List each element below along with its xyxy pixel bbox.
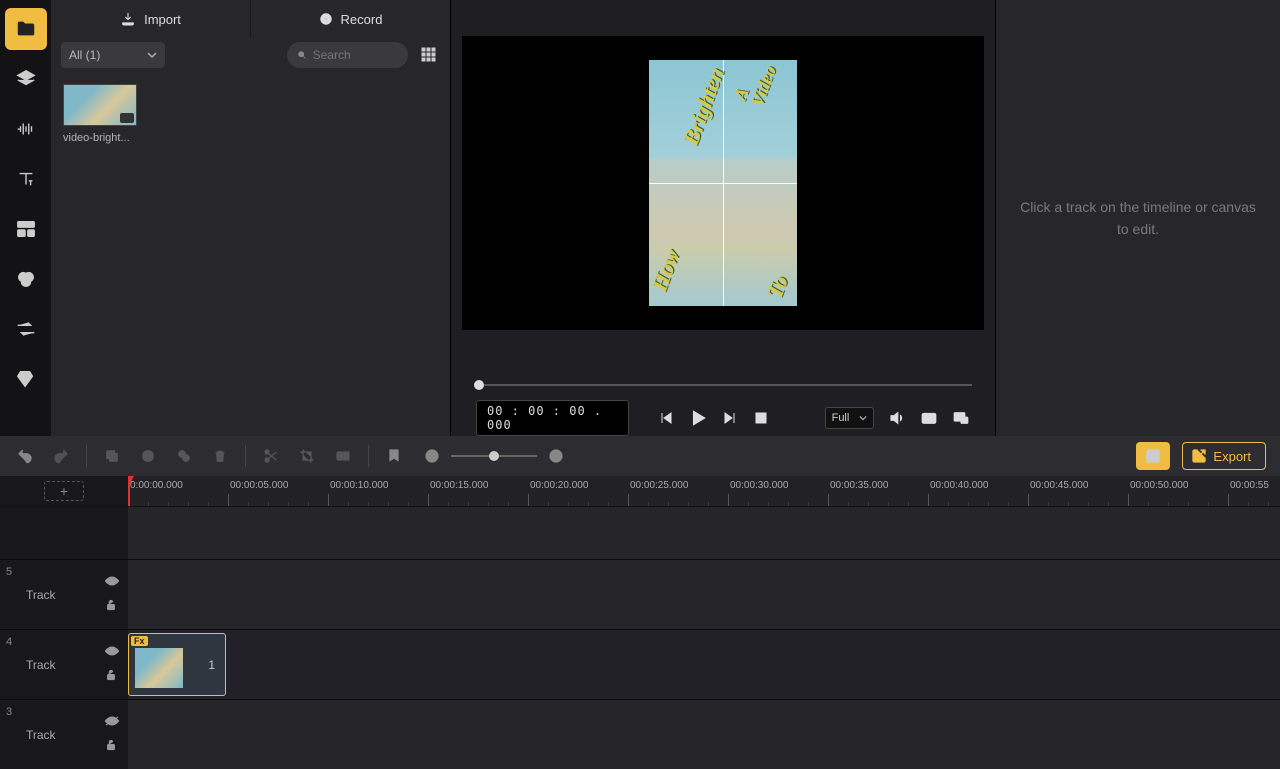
fullscreen-button[interactable] <box>952 408 970 428</box>
filters-tab-icon[interactable] <box>5 258 47 300</box>
media-panel: Import Record All (1) <box>51 0 451 436</box>
ruler-label: 00:00:25.000 <box>630 480 688 491</box>
overlay-text: To <box>764 272 792 301</box>
overlay-text: AVideo <box>731 60 779 109</box>
stop-button[interactable] <box>752 408 770 428</box>
prev-frame-button[interactable] <box>657 408 675 428</box>
lock-toggle[interactable] <box>104 668 120 685</box>
split-button[interactable] <box>260 445 282 467</box>
visibility-toggle[interactable] <box>104 575 120 590</box>
ruler-label: 00:00:20.000 <box>530 480 588 491</box>
track-number: 3 <box>6 706 12 718</box>
track-number: 4 <box>6 636 12 648</box>
zoom-out-button[interactable] <box>421 445 443 467</box>
preview-canvas[interactable]: How To Brighten AVideo <box>462 36 984 330</box>
clip-label: 1 <box>208 658 215 672</box>
delete-button[interactable] <box>209 445 231 467</box>
ruler-label: 00:00:05.000 <box>230 480 288 491</box>
templates-tab-icon[interactable] <box>5 208 47 250</box>
export-label: Export <box>1213 449 1251 464</box>
search-input-wrapper[interactable] <box>287 42 409 68</box>
lock-toggle[interactable] <box>104 598 120 615</box>
ruler-label: 00:00:30.000 <box>730 480 788 491</box>
ruler-label: 0:00:00.000 <box>130 480 183 491</box>
timeline-ruler[interactable]: 0:00:00.000 00:00:05.000 00:00:10.000 00:00… <box>128 476 1280 506</box>
ruler-label: 00:00:35.000 <box>830 480 888 491</box>
ruler-label: 00:00:15.000 <box>430 480 488 491</box>
ruler-label: 00:00:50.000 <box>1130 480 1188 491</box>
elements-tab-icon[interactable] <box>5 358 47 400</box>
track-row[interactable]: 4 Track Fx 1 <box>0 629 1280 699</box>
import-button[interactable]: Import <box>51 0 251 38</box>
transitions-tab-icon[interactable] <box>5 308 47 350</box>
ruler-label: 00:00:45.000 <box>1030 480 1088 491</box>
export-button[interactable]: Export <box>1182 442 1266 470</box>
overlay-text: Brighten <box>680 65 728 148</box>
preview-size-dropdown[interactable]: Full <box>825 407 874 429</box>
media-thumbnail <box>63 84 137 126</box>
layers-tab-icon[interactable] <box>5 58 47 100</box>
track-lane[interactable] <box>128 560 1280 629</box>
duplicate-button[interactable] <box>173 445 195 467</box>
clip[interactable]: Fx 1 <box>128 633 226 696</box>
volume-button[interactable] <box>888 408 906 428</box>
overlay-text: How <box>649 247 684 295</box>
marker-button[interactable] <box>383 445 405 467</box>
playhead[interactable] <box>128 476 130 506</box>
visibility-toggle[interactable] <box>104 645 120 660</box>
media-filter-label: All (1) <box>69 48 100 62</box>
preview-scrubber[interactable] <box>462 370 984 400</box>
inspector-panel: Click a track on the timeline or canvas … <box>996 0 1280 436</box>
play-button[interactable] <box>689 408 707 428</box>
undo-button[interactable] <box>14 445 36 467</box>
speed-button[interactable] <box>332 445 354 467</box>
preview-panel: How To Brighten AVideo 00 : 00 : 00 . 00… <box>451 0 996 436</box>
media-item-label: video-bright... <box>63 132 143 144</box>
audio-tab-icon[interactable] <box>5 108 47 150</box>
fx-badge: Fx <box>131 636 148 646</box>
track-name: Track <box>26 658 56 672</box>
snapshot-button[interactable] <box>920 408 938 428</box>
record-label: Record <box>341 12 383 27</box>
track-lane[interactable]: Fx 1 <box>128 630 1280 699</box>
timeline: + 0:00:00.000 00:00:05.000 00:00:10.000 00:… <box>0 476 1280 769</box>
inspector-placeholder: Click a track on the timeline or canvas … <box>1020 196 1256 241</box>
text-tab-icon[interactable] <box>5 158 47 200</box>
zoom-in-button[interactable] <box>545 445 567 467</box>
autofit-button[interactable] <box>1136 442 1170 470</box>
paste-button[interactable] <box>137 445 159 467</box>
media-item[interactable]: video-bright... <box>63 84 143 144</box>
record-button[interactable]: Record <box>251 0 450 38</box>
ruler-label: 00:00:55 <box>1230 480 1269 491</box>
track-row[interactable]: 5 Track <box>0 559 1280 629</box>
left-sidebar <box>0 0 51 436</box>
visibility-toggle[interactable] <box>104 715 120 730</box>
zoom-slider[interactable] <box>451 455 537 457</box>
grid-view-button[interactable] <box>418 44 440 66</box>
preview-size-label: Full <box>832 412 850 424</box>
timecode: 00 : 00 : 00 . 000 <box>476 400 629 436</box>
track-number: 5 <box>6 566 12 578</box>
media-filter-dropdown[interactable]: All (1) <box>61 42 165 68</box>
track-name: Track <box>26 728 56 742</box>
ruler-label: 00:00:10.000 <box>330 480 388 491</box>
copy-button[interactable] <box>101 445 123 467</box>
lock-toggle[interactable] <box>104 738 120 755</box>
timeline-toolbar: Export <box>0 436 1280 476</box>
crop-button[interactable] <box>296 445 318 467</box>
next-frame-button[interactable] <box>721 408 739 428</box>
search-input[interactable] <box>313 48 398 62</box>
track-row[interactable]: 3 Track <box>0 699 1280 769</box>
track-name: Track <box>26 588 56 602</box>
ruler-label: 00:00:40.000 <box>930 480 988 491</box>
import-label: Import <box>144 12 181 27</box>
track-lane[interactable] <box>128 700 1280 769</box>
add-track-button[interactable]: + <box>44 481 84 501</box>
redo-button[interactable] <box>50 445 72 467</box>
media-tab-icon[interactable] <box>5 8 47 50</box>
